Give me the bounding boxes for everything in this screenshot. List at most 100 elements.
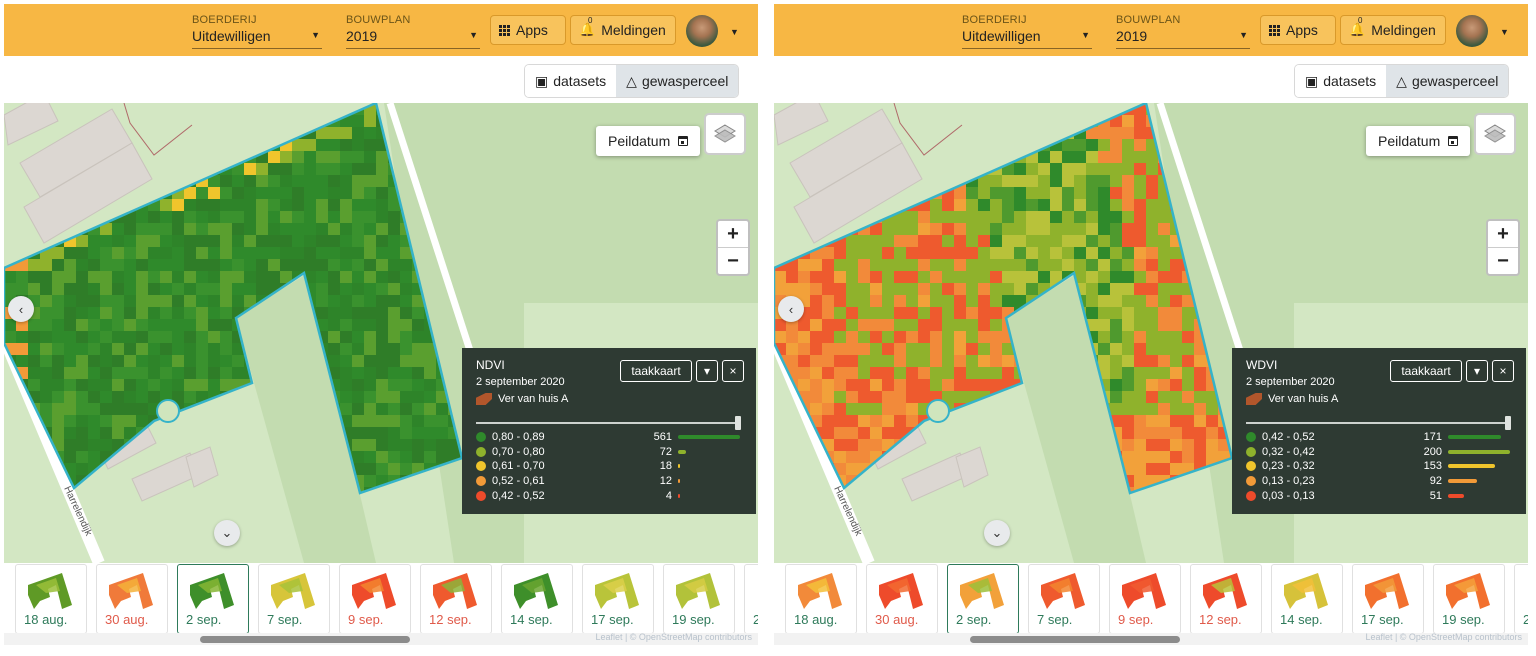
chevron-down-icon[interactable]: ▼: [1500, 27, 1509, 37]
heatmap-cell: [40, 319, 52, 331]
collapse-left-button[interactable]: ‹: [778, 296, 804, 322]
close-legend-button[interactable]: ×: [722, 360, 744, 382]
heatmap-cell: [40, 283, 52, 295]
taakkaart-button[interactable]: taakkaart: [1390, 360, 1462, 382]
expand-down-button[interactable]: ⌄: [984, 520, 1010, 546]
timeline-thumbnail[interactable]: 14 sep.: [501, 564, 573, 634]
heatmap-cell: [352, 235, 364, 247]
slider-handle[interactable]: [735, 416, 741, 430]
heatmap-cell: [136, 247, 148, 259]
timeline-thumbnail[interactable]: 7 sep.: [1028, 564, 1100, 634]
timeline-thumbnail[interactable]: 19 sep.: [663, 564, 735, 634]
datasets-tab[interactable]: ▣ datasets: [525, 65, 617, 97]
timeline-thumbnail[interactable]: 2 sep.: [947, 564, 1019, 634]
heatmap-cell: [244, 283, 256, 295]
zoom-out-button[interactable]: −: [718, 247, 748, 274]
heatmap-cell: [966, 319, 978, 331]
timeline-thumbnail[interactable]: 2: [1514, 564, 1528, 634]
timeline-thumbnail[interactable]: 17 sep.: [582, 564, 654, 634]
heatmap-cell: [1158, 307, 1170, 319]
farm-select[interactable]: BOERDERIJ Uitdewilligen ▼: [962, 14, 1092, 49]
heatmap-cell: [184, 199, 196, 211]
date-slider[interactable]: [1246, 416, 1511, 430]
timeline-thumbnail[interactable]: 9 sep.: [1109, 564, 1181, 634]
timeline-thumbnail[interactable]: 18 aug.: [15, 564, 87, 634]
timeline-thumbnail[interactable]: 2: [744, 564, 758, 634]
heatmap-cell: [1038, 211, 1050, 223]
heatmap-cell: [1110, 175, 1122, 187]
peildatum-label: Peildatum: [608, 133, 671, 149]
heatmap-cell: [1122, 139, 1134, 151]
heatmap-cell: [858, 235, 870, 247]
heatmap-cell: [112, 235, 124, 247]
taakkaart-button[interactable]: taakkaart: [620, 360, 692, 382]
scrollbar-thumb[interactable]: [970, 636, 1180, 643]
heatmap-cell: [798, 379, 810, 391]
heatmap-cell: [208, 235, 220, 247]
heatmap-cell: [870, 415, 882, 427]
gewasperceel-tab[interactable]: △ gewasperceel: [1386, 65, 1509, 97]
datasets-tab[interactable]: ▣ datasets: [1295, 65, 1387, 97]
avatar[interactable]: [1456, 15, 1488, 47]
taakkaart-dropdown-button[interactable]: ▾: [1466, 360, 1488, 382]
layers-button[interactable]: [704, 113, 746, 155]
timeline-thumbnail[interactable]: 7 sep.: [258, 564, 330, 634]
timeline-thumbnail[interactable]: 17 sep.: [1352, 564, 1424, 634]
heatmap-cell: [858, 355, 870, 367]
plan-select[interactable]: BOUWPLAN 2019 ▼: [1116, 14, 1250, 49]
timeline-thumbnail[interactable]: 18 aug.: [785, 564, 857, 634]
heatmap-cell: [220, 283, 232, 295]
timeline-thumbnail[interactable]: 30 aug.: [866, 564, 938, 634]
thumbnail-date: 2: [753, 612, 758, 627]
heatmap-cell: [28, 367, 40, 379]
timeline-thumbnail[interactable]: 2 sep.: [177, 564, 249, 634]
slider-handle[interactable]: [1505, 416, 1511, 430]
heatmap-cell: [1086, 139, 1098, 151]
farm-select[interactable]: BOERDERIJ Uitdewilligen ▼: [192, 14, 322, 49]
heatmap-cell: [172, 343, 184, 355]
peildatum-button[interactable]: Peildatum: [596, 126, 701, 156]
timeline-thumbnail[interactable]: 12 sep.: [1190, 564, 1262, 634]
plan-select[interactable]: BOUWPLAN 2019 ▼: [346, 14, 480, 49]
heatmap-cell: [1098, 151, 1110, 163]
layers-button[interactable]: [1474, 113, 1516, 155]
peildatum-button[interactable]: Peildatum: [1366, 126, 1471, 156]
heatmap-cell: [1038, 223, 1050, 235]
field-thumbnail-icon: [1122, 573, 1166, 609]
apps-button[interactable]: Apps: [490, 15, 566, 45]
heatmap-cell: [196, 283, 208, 295]
zoom-in-button[interactable]: +: [1488, 221, 1518, 247]
notifications-button[interactable]: 🔔 0 Meldingen: [570, 15, 676, 45]
collapse-left-button[interactable]: ‹: [8, 296, 34, 322]
heatmap-cell: [340, 211, 352, 223]
taakkaart-dropdown-button[interactable]: ▾: [696, 360, 718, 382]
heatmap-cell: [364, 151, 376, 163]
heatmap-cell: [822, 295, 834, 307]
heatmap-cell: [1074, 247, 1086, 259]
heatmap-cell: [136, 307, 148, 319]
expand-down-button[interactable]: ⌄: [214, 520, 240, 546]
timeline-thumbnail[interactable]: 9 sep.: [339, 564, 411, 634]
heatmap-cell: [64, 331, 76, 343]
zoom-out-button[interactable]: −: [1488, 247, 1518, 274]
heatmap-cell: [906, 391, 918, 403]
legend-range: 0,13 - 0,23: [1262, 475, 1315, 488]
legend-range: 0,23 - 0,32: [1262, 460, 1315, 473]
timeline-thumbnail[interactable]: 14 sep.: [1271, 564, 1343, 634]
timeline-thumbnail[interactable]: 19 sep.: [1433, 564, 1505, 634]
gewasperceel-tab[interactable]: △ gewasperceel: [616, 65, 739, 97]
notifications-button[interactable]: 🔔 0 Meldingen: [1340, 15, 1446, 45]
heatmap-cell: [220, 199, 232, 211]
timeline-thumbnail[interactable]: 30 aug.: [96, 564, 168, 634]
date-slider[interactable]: [476, 416, 741, 430]
heatmap-cell: [160, 331, 172, 343]
apps-button[interactable]: Apps: [1260, 15, 1336, 45]
chevron-down-icon[interactable]: ▼: [730, 27, 739, 37]
heatmap-cell: [400, 367, 412, 379]
heatmap-cell: [364, 295, 376, 307]
scrollbar-thumb[interactable]: [200, 636, 410, 643]
avatar[interactable]: [686, 15, 718, 47]
close-legend-button[interactable]: ×: [1492, 360, 1514, 382]
timeline-thumbnail[interactable]: 12 sep.: [420, 564, 492, 634]
zoom-in-button[interactable]: +: [718, 221, 748, 247]
